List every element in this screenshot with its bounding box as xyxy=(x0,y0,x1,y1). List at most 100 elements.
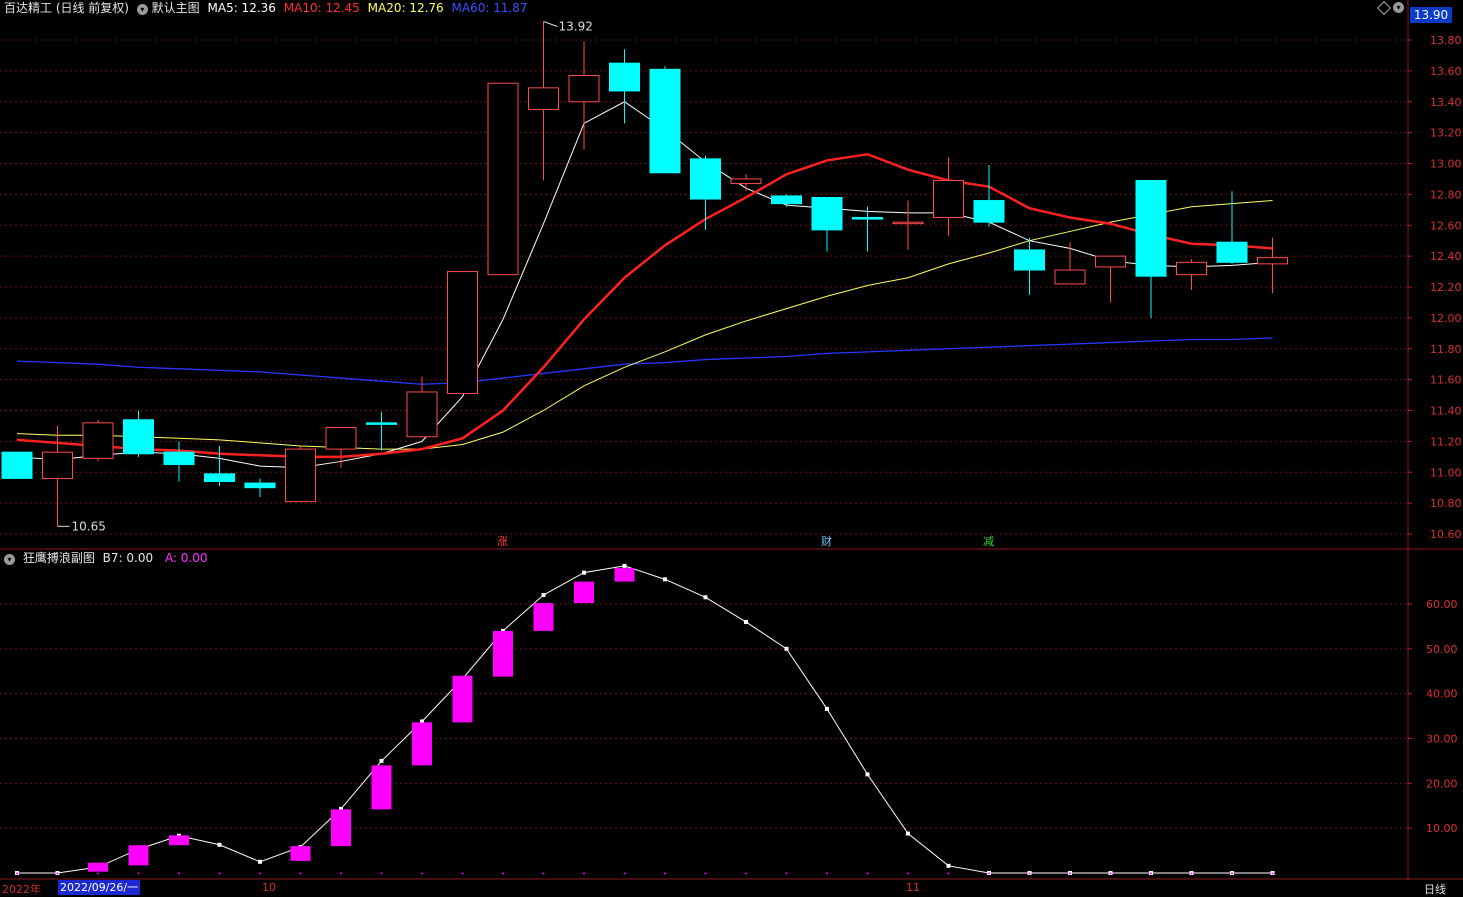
indicator-name[interactable]: 狂鹰搏浪副图 xyxy=(23,551,95,565)
year-label: 2022年 xyxy=(2,883,41,896)
ma-line-ma10 xyxy=(16,152,1273,459)
sub-indicator-bar[interactable] xyxy=(371,765,392,810)
candle-body[interactable] xyxy=(568,75,600,103)
sub-baseline-dot xyxy=(1109,872,1112,875)
sub-indicator-point xyxy=(541,593,546,598)
sub-baseline-dot xyxy=(178,872,180,875)
candle-body[interactable] xyxy=(42,451,73,479)
stock-chart[interactable]: 13.80 13.60 13.40 13.20 13.00 12.80 12.60 12.40… xyxy=(0,0,1463,896)
candle-body[interactable] xyxy=(123,419,154,455)
sub-indicator-bar[interactable] xyxy=(412,722,432,766)
sub-indicator-bar[interactable] xyxy=(290,846,311,861)
candle-body[interactable] xyxy=(204,473,235,483)
candle-body[interactable] xyxy=(528,87,559,110)
sub-baseline-dot xyxy=(988,872,990,875)
candle-body[interactable] xyxy=(366,422,397,425)
sub-indicator-point xyxy=(865,772,870,777)
sub-baseline-dot xyxy=(340,872,342,875)
sub-indicator-point xyxy=(906,831,910,836)
ma5-label: MA5: 12.36 xyxy=(207,1,276,15)
sub-indicator-point xyxy=(217,842,222,847)
main-y-tick-label: 11.60 xyxy=(1430,374,1462,387)
main-y-tick-label: 10.80 xyxy=(1430,497,1462,510)
sub-y-tick-label: 40.00 xyxy=(1426,688,1458,701)
main-y-tick-label: 11.40 xyxy=(1430,405,1462,418)
sub-baseline-dot xyxy=(259,872,261,875)
candle-body[interactable] xyxy=(325,426,357,450)
low-annotation: 10.65 xyxy=(72,519,106,533)
sub-baseline-dot xyxy=(421,872,423,875)
candle-body[interactable] xyxy=(82,422,114,459)
a-label: A: 0.00 xyxy=(164,551,208,565)
sub-baseline-dot xyxy=(299,872,302,875)
sub-indicator-bar[interactable] xyxy=(88,862,108,872)
main-y-tick-label: 13.60 xyxy=(1430,65,1462,78)
ma-line-ma60 xyxy=(16,337,1273,385)
sub-indicator-point xyxy=(582,570,586,575)
sub-baseline-dot xyxy=(907,872,909,875)
sub-indicator-point xyxy=(622,563,627,568)
sub-baseline-dot xyxy=(380,872,383,875)
sub-baseline-dot xyxy=(137,872,140,875)
candle-body[interactable] xyxy=(1,451,33,479)
sub-indicator-bar[interactable] xyxy=(493,630,513,677)
candle-body[interactable] xyxy=(933,179,964,219)
main-y-tick-label: 11.00 xyxy=(1430,466,1462,479)
candle-body[interactable] xyxy=(244,482,276,489)
sub-baseline-dot xyxy=(1028,872,1031,875)
candle-body[interactable] xyxy=(1257,257,1288,265)
candle-body[interactable] xyxy=(852,217,883,220)
sub-baseline-dot xyxy=(664,872,666,875)
candle-body[interactable] xyxy=(690,158,721,200)
sub-indicator-bar[interactable] xyxy=(533,603,554,631)
sub-indicator-point xyxy=(379,758,384,763)
chevron-down-icon[interactable]: ▾ xyxy=(1393,2,1404,13)
sub-baseline-dot xyxy=(218,872,221,875)
sub-indicator-bar[interactable] xyxy=(169,835,189,846)
candle-body[interactable] xyxy=(811,196,843,231)
main-y-tick-label: 13.20 xyxy=(1430,127,1462,140)
candle-body[interactable] xyxy=(447,271,478,395)
candle-body[interactable] xyxy=(771,195,802,205)
sub-indicator-bar[interactable] xyxy=(331,809,351,847)
main-y-tick-label: 11.80 xyxy=(1430,343,1462,356)
candle-body[interactable] xyxy=(1176,261,1207,276)
candle-body[interactable] xyxy=(487,82,519,276)
chevron-down-icon[interactable]: ▾ xyxy=(4,554,15,565)
sub-indicator-point xyxy=(663,577,667,582)
main-y-tick-label: 13.40 xyxy=(1430,96,1462,109)
current-price-badge: 13.90 xyxy=(1410,7,1452,23)
candle-body[interactable] xyxy=(973,200,1005,223)
sub-chart-header: ▾ 狂鹰搏浪副图 B7: 0.00 A: 0.00 xyxy=(4,551,208,565)
candle-body[interactable] xyxy=(163,451,195,466)
date-label: 2022/09/26/一 xyxy=(58,880,141,895)
sub-indicator-bar[interactable] xyxy=(614,568,635,582)
sub-indicator-bar[interactable] xyxy=(452,675,473,723)
chevron-down-icon[interactable]: ▾ xyxy=(136,4,148,15)
main-chart-name[interactable]: 默认主图 xyxy=(152,1,200,15)
candle-body[interactable] xyxy=(1095,255,1126,268)
sub-indicator-bar[interactable] xyxy=(574,581,594,604)
ma10-label: MA10: 12.45 xyxy=(283,1,360,15)
sub-baseline-dot xyxy=(542,872,545,875)
candle-body[interactable] xyxy=(1135,179,1167,277)
ma20-label: MA20: 12.76 xyxy=(367,1,444,15)
sub-y-tick-label: 20.00 xyxy=(1426,777,1458,790)
period-label[interactable]: 日线 xyxy=(1424,881,1446,897)
sub-baseline-dot xyxy=(1069,872,1071,875)
candle-body[interactable] xyxy=(285,448,316,503)
sub-baseline-dot xyxy=(866,872,869,875)
candle-body[interactable] xyxy=(406,391,438,438)
signal-marker: 涨 xyxy=(497,535,508,548)
main-y-tick-label: 12.40 xyxy=(1430,250,1462,263)
sub-indicator-bar[interactable] xyxy=(128,845,149,866)
candle-body[interactable] xyxy=(609,62,640,92)
sub-baseline-dot xyxy=(502,872,504,875)
candle-body[interactable] xyxy=(1216,241,1248,263)
candle-body[interactable] xyxy=(649,68,681,174)
candle-body[interactable] xyxy=(892,221,924,225)
candle-body[interactable] xyxy=(1054,269,1086,285)
candle-body[interactable] xyxy=(1014,249,1045,271)
month-oct-label: 10 xyxy=(262,881,276,894)
candle-body[interactable] xyxy=(730,178,762,185)
